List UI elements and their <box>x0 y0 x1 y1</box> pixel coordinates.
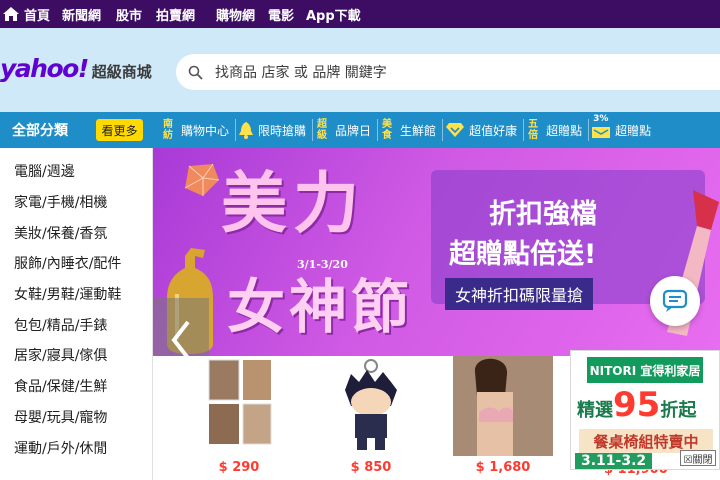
gem-decoration-icon <box>184 163 220 196</box>
strip-label: 購物中心 <box>181 123 230 138</box>
category-item[interactable]: 電腦/週邊 <box>0 156 152 187</box>
banner-date-range: 3/1-3/20 <box>297 258 348 271</box>
top-nav-auction-label: 拍賣網 <box>156 8 196 24</box>
search-bar[interactable]: 找商品 店家 或 品牌 關鍵字 <box>176 54 720 90</box>
category-item[interactable]: 女鞋/男鞋/運動鞋 <box>0 279 152 310</box>
product-price: $ 1,680 <box>475 460 531 475</box>
bell-icon <box>238 121 254 139</box>
top-nav-movie-label: 電影 <box>268 8 295 24</box>
ad-sale-number: 95 <box>613 385 661 425</box>
product-price: $ 850 <box>350 460 392 475</box>
strip-tag: 超級 <box>317 119 328 141</box>
header: yahoo! 超級商城 找商品 店家 或 品牌 關鍵字 <box>0 28 720 112</box>
search-input[interactable]: 找商品 店家 或 品牌 關鍵字 <box>215 62 387 82</box>
strip-label: 限時搶購 <box>258 123 307 138</box>
page: 首頁 新聞網 股市 拍賣網 購物網 電影 App下載 yahoo! 超級商城 找… <box>0 0 720 480</box>
top-nav-shopping-label: 購物網 <box>216 8 256 24</box>
category-item[interactable]: 母嬰/玩具/寵物 <box>0 402 152 433</box>
category-item[interactable]: 居家/寢具/傢俱 <box>0 340 152 371</box>
strip-item-deals[interactable]: 超值好康 <box>443 119 525 141</box>
strip-item-department[interactable]: 南紡 購物中心 <box>159 119 237 141</box>
home-icon <box>3 7 19 21</box>
gift-icon: 3% <box>591 114 611 140</box>
category-header: 全部分類 看更多 <box>0 112 153 148</box>
top-nav-auction[interactable]: 拍賣網 <box>156 0 216 28</box>
strip-tag: 美食 <box>382 119 393 141</box>
top-nav-bar: 首頁 新聞網 股市 拍賣網 購物網 電影 App下載 <box>0 0 720 28</box>
hero-banner[interactable]: 美力 3/1-3/20 女神節 折扣強檔 超贈點倍送! 女神折扣碼限量搶 <box>153 148 720 356</box>
product-card[interactable]: $ 850 <box>311 356 431 480</box>
strip-label: 超值好康 <box>469 123 518 138</box>
strip-tag: 南紡 <box>163 119 173 141</box>
strip-label: 生鮮館 <box>400 123 437 138</box>
category-item[interactable]: 運動/戶外/休閒 <box>0 432 152 463</box>
strip-tag: 五倍 <box>528 119 539 141</box>
banner-title-top: 美力 <box>221 165 365 242</box>
banner-title-bottom: 女神節 <box>227 273 414 341</box>
top-nav-news-label: 新聞網 <box>62 8 102 24</box>
top-nav-stock[interactable]: 股市 <box>116 0 156 28</box>
category-more-button[interactable]: 看更多 <box>96 119 143 141</box>
top-nav-shopping[interactable]: 購物網 <box>216 0 268 28</box>
ad-sale-suffix: 折起 <box>660 400 697 421</box>
strip-label: 超贈點 <box>546 123 583 138</box>
gift-percent: 3% <box>593 114 609 124</box>
ad-sale-prefix: 精選 <box>577 400 613 421</box>
category-list: 電腦/週邊 家電/手機/相機 美妝/保養/香氛 服飾/內睡衣/配件 女鞋/男鞋/… <box>0 148 153 480</box>
logo-word: yahoo! <box>0 54 89 83</box>
product-card[interactable]: $ 1,680 <box>443 356 563 480</box>
category-item[interactable]: 包包/精品/手錶 <box>0 309 152 340</box>
product-image <box>311 356 431 456</box>
product-image <box>453 356 553 456</box>
top-nav-movie[interactable]: 電影 <box>268 0 306 28</box>
strip-item-brand-day[interactable]: 超級 品牌日 <box>313 119 379 141</box>
top-nav-home[interactable]: 首頁 <box>2 0 56 28</box>
yahoo-mall-logo[interactable]: yahoo! 超級商城 <box>0 54 152 83</box>
banner-promo-tag: 女神折扣碼限量搶 <box>445 278 594 310</box>
ad-date: 3.11-3.2 <box>575 453 653 469</box>
top-nav-app-label: App下載 <box>306 8 361 24</box>
category-title: 全部分類 <box>12 123 68 139</box>
product-image <box>179 356 299 456</box>
top-nav-news[interactable]: 新聞網 <box>62 0 116 28</box>
strip-item-flash-sale[interactable]: 限時搶購 <box>236 119 314 141</box>
category-item[interactable]: 家電/手機/相機 <box>0 187 152 218</box>
product-card[interactable]: $ 290 <box>179 356 299 480</box>
diamond-icon <box>445 122 465 138</box>
chat-button[interactable] <box>650 276 700 326</box>
category-item[interactable]: 服飾/內睡衣/配件 <box>0 248 152 279</box>
promo-strip: 南紡 購物中心 限時搶購 超級 品牌日 美食 生鮮館 超值好康 五倍 超贈點 3… <box>153 112 720 148</box>
strip-label: 超贈點 <box>615 123 652 138</box>
banner-promo-line2: 超贈點倍送! <box>449 239 597 270</box>
top-nav-app-download[interactable]: App下載 <box>306 0 376 28</box>
chat-icon <box>662 289 688 312</box>
category-item[interactable]: 美妝/保養/香氛 <box>0 217 152 248</box>
product-price: $ 290 <box>218 460 260 475</box>
ad-sale-text: 精選95折起 <box>577 385 696 425</box>
search-icon <box>188 65 203 80</box>
strip-item-five-times[interactable]: 五倍 超贈點 <box>524 119 590 141</box>
banner-promo-line1: 折扣強檔 <box>489 199 597 230</box>
top-nav-stock-label: 股市 <box>116 8 143 24</box>
top-nav-home-label: 首頁 <box>24 8 51 24</box>
logo-sub: 超級商城 <box>91 63 152 81</box>
ad-close-button[interactable]: ☒關閉 <box>680 450 716 466</box>
category-item[interactable]: 食品/保健/生鮮 <box>0 371 152 402</box>
ad-brand: NITORI 宜得利家居 <box>587 357 703 383</box>
strip-item-fresh-food[interactable]: 美食 生鮮館 <box>378 119 444 141</box>
strip-label: 品牌日 <box>335 123 372 138</box>
strip-item-bonus-points[interactable]: 3% 超贈點 <box>589 114 657 141</box>
